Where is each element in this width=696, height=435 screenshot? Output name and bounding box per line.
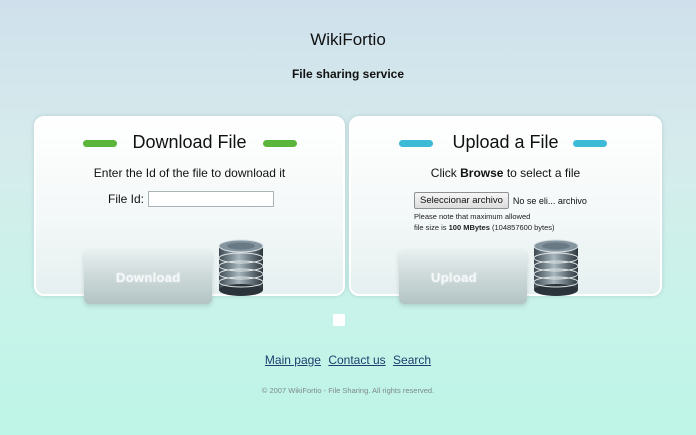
disk-stack-icon (533, 239, 579, 296)
site-tagline: File sharing service (291, 67, 405, 81)
browse-button[interactable]: Seleccionar archivo (414, 192, 509, 209)
download-description: Enter the Id of the file to download it (93, 166, 286, 180)
upload-button[interactable]: Upload (399, 250, 527, 304)
download-title: Download File (132, 132, 247, 152)
contact-us-link[interactable]: Contact us (328, 353, 385, 367)
size-limit-line1: Please note that maximum allowed (414, 212, 531, 221)
file-id-row: File Id: (108, 190, 275, 208)
footer-links: Main page Contact us Search (0, 353, 696, 367)
size-limit-bytes: (104857600 bytes) (491, 223, 555, 232)
upload-desc-browse: Browse (460, 166, 504, 180)
file-picker: Seleccionar archivo No se eli... archivo (414, 192, 587, 209)
disk-stack-icon (218, 239, 264, 296)
file-id-label: File Id: (108, 192, 145, 206)
size-limit-value: 100 MBytes (448, 223, 490, 232)
square-icon (333, 314, 345, 326)
upload-desc-prefix: Click (430, 166, 457, 180)
site-title: WikiFortio (310, 30, 386, 49)
main-page-link[interactable]: Main page (265, 353, 321, 367)
browse-status: No se eli... archivo (512, 195, 587, 206)
download-button[interactable]: Download (84, 250, 212, 304)
download-button-label: Download (116, 269, 181, 285)
copyright: © 2007 WikiFortio - File Sharing. All ri… (261, 386, 435, 395)
size-limit-line2: file size is 100 MBytes (104857600 bytes… (414, 222, 555, 233)
upload-button-label: Upload (431, 269, 477, 285)
upload-panel: Upload a File Click Browse to select a f… (349, 116, 662, 304)
download-panel: Download File Enter the Id of the file t… (34, 116, 345, 304)
upload-description: Click Browse to select a file (351, 166, 660, 180)
search-link[interactable]: Search (393, 353, 431, 367)
file-id-input[interactable] (148, 191, 275, 207)
upload-desc-suffix: to select a file (506, 166, 581, 180)
size-limit-note: Please note that maximum allowed file si… (414, 211, 555, 233)
size-limit-prefix: file size is (414, 223, 447, 232)
upload-title: Upload a File (452, 132, 559, 152)
